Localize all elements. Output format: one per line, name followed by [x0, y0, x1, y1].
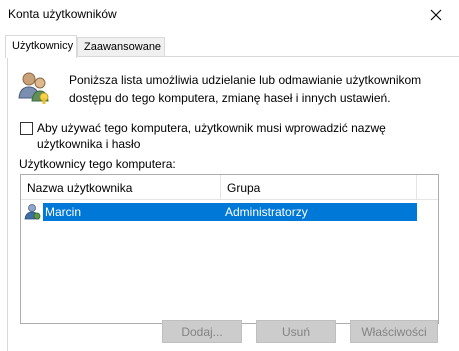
tab-advanced-label: Zaawansowane [84, 41, 162, 53]
add-user-button[interactable]: Dodaj... [162, 320, 242, 343]
tab-users-label: Użytkownicy [12, 40, 74, 52]
user-group-cell: Administratorzy [225, 205, 308, 219]
require-password-label[interactable]: Aby używać tego komputera, użytkownik mu… [37, 120, 417, 152]
users-list-label: Użytkownicy tego komputera: [19, 157, 176, 171]
tab-users[interactable]: Użytkownicy [5, 35, 77, 58]
title-bar: Konta użytkowników [0, 0, 459, 30]
close-button[interactable] [413, 0, 459, 30]
window-title: Konta użytkowników [8, 7, 117, 21]
column-header-group[interactable]: Grupa [221, 175, 417, 200]
user-name-cell: Marcin [45, 205, 82, 219]
users-list[interactable]: Nazwa użytkownika Grupa Marcin Administr… [20, 174, 439, 324]
tab-advanced[interactable]: Zaawansowane [77, 37, 165, 57]
remove-user-button[interactable]: Usuń [256, 320, 336, 343]
close-icon [430, 9, 442, 21]
tab-bar: Użytkownicy Zaawansowane [0, 35, 459, 58]
properties-button[interactable]: Właściwości [350, 320, 438, 343]
table-row[interactable]: Marcin Administratorzy [43, 203, 417, 221]
info-text: Poniższa lista umożliwia udzielanie lub … [69, 73, 422, 105]
user-icon [24, 204, 41, 220]
users-icon [18, 72, 49, 104]
list-header: Nazwa użytkownika Grupa [21, 175, 438, 200]
require-password-checkbox[interactable] [20, 122, 33, 135]
column-header-username[interactable]: Nazwa użytkownika [21, 175, 221, 200]
